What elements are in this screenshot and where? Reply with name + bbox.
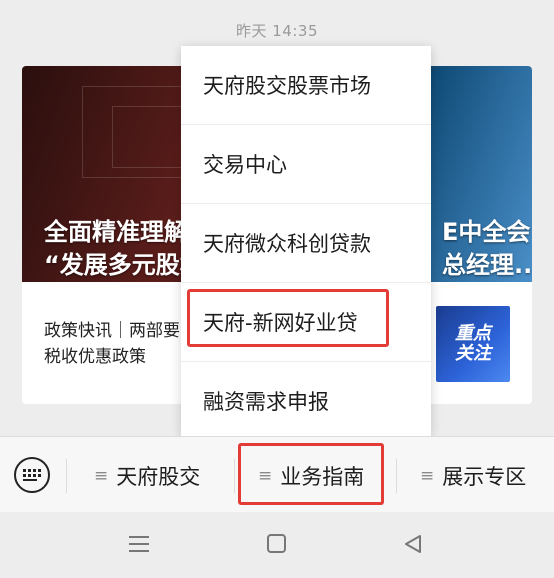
hero-title-left-line1: 全面精准理解 (44, 218, 188, 246)
submenu-item-weizhong-loan[interactable]: 天府微众科创贷款 (181, 204, 431, 282)
recent-apps-icon[interactable] (128, 534, 150, 554)
article-thumbnail[interactable]: 重点 关注 (436, 306, 510, 382)
menu-divider (396, 459, 397, 493)
article-summary-text[interactable]: 政策快讯｜两部要税收优惠政策 (44, 318, 184, 370)
menu-divider (234, 459, 235, 493)
home-icon[interactable] (266, 534, 288, 554)
hero-title-right-line1: E中全会 (442, 218, 531, 246)
menu-tab-label: 展示专区 (442, 465, 527, 489)
menu-tab-tianfu[interactable]: ≡ 天府股交 (94, 459, 200, 493)
highlight-box-menu-tab (238, 443, 384, 505)
menu-divider (66, 459, 67, 493)
submenu-item-trading-center[interactable]: 交易中心 (181, 125, 431, 203)
hero-title-right-line2: 总经理... (442, 251, 532, 279)
submenu-item-stock-market[interactable]: 天府股交股票市场 (181, 46, 431, 124)
menu-tab-label: 天府股交 (116, 465, 201, 489)
hero-title-left-line2: “发展多元股杉 (44, 251, 204, 279)
back-icon[interactable] (402, 534, 424, 554)
hero-decoration (112, 106, 184, 168)
thumbnail-text-line1: 重点 (455, 323, 491, 344)
menu-tab-showcase[interactable]: ≡ 展示专区 (420, 459, 526, 493)
thumbnail-text-line2: 关注 (455, 343, 491, 364)
message-timestamp: 昨天 14:35 (236, 22, 318, 40)
keyboard-icon[interactable] (14, 457, 50, 493)
highlight-box-submenu-item (187, 289, 389, 347)
menu-lines-icon: ≡ (94, 466, 109, 486)
submenu-item-financing-request[interactable]: 融资需求申报 (181, 362, 431, 440)
submenu-popup: 天府股交股票市场 交易中心 天府微众科创贷款 天府-新网好业贷 融资需求申报 (181, 46, 431, 436)
system-navigation-bar (0, 512, 554, 578)
menu-lines-icon: ≡ (420, 466, 435, 486)
